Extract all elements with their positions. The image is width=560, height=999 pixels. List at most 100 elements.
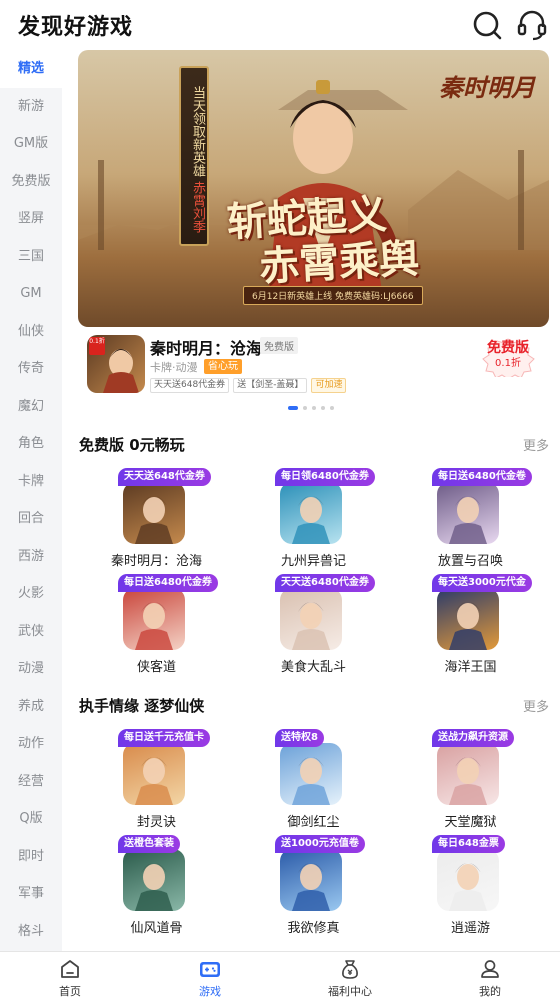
tab-label: 游戏 [199,985,221,998]
sidebar-category-item[interactable]: 军事 [0,875,62,913]
featured-tag-list: 天天送648代金券 送【剑圣-盖聂】 可加速 [150,378,347,393]
sidebar-category-item[interactable]: Q版 [0,800,62,838]
gift-ribbon: 送战力飙升资源 [432,729,514,747]
game-icon-art [135,863,173,911]
sidebar-category-item[interactable]: 精选 [0,50,62,88]
game-name: 我欲修真 [287,921,340,936]
game-card[interactable]: 天天送648代金券 秦时明月：沧海 [78,468,235,569]
tab-mine[interactable]: 我的 [420,952,560,999]
banner-vertical-scroll: 当天领取新英雄 赤霄刘季 [179,66,209,246]
carousel-dot[interactable] [330,406,334,410]
headset-icon[interactable] [516,9,548,41]
section-title-free: 免费版 0元畅玩 [79,436,185,454]
game-card[interactable]: 送1000元充值卷我欲修真 [235,835,392,936]
sidebar-category-item[interactable]: 三国 [0,238,62,276]
section-more-xianxia[interactable]: 更多 [523,696,549,715]
game-card[interactable]: 每日送6480代金券 侠客道 [78,574,235,675]
game-icon-art [292,757,330,805]
section-more-free[interactable]: 更多 [523,435,549,454]
free-version-label: 免费版 [487,340,529,356]
tab-label: 福利中心 [328,985,372,998]
sidebar-category-item[interactable]: 武侠 [0,613,62,651]
sidebar-category-item[interactable]: 传奇 [0,350,62,388]
page-title: 发现好游戏 [18,15,134,40]
gift-ribbon: 送1000元充值卷 [275,835,365,853]
main-content: 当天领取新英雄 赤霄刘季 秦时明月 斩蛇起义 赤霄乘舆 6月12日新英雄上线 免… [62,50,560,951]
featured-tag: 可加速 [311,378,347,393]
sidebar-category-item[interactable]: 卡牌 [0,463,62,501]
promo-banner[interactable]: 当天领取新英雄 赤霄刘季 秦时明月 斩蛇起义 赤霄乘舆 6月12日新英雄上线 免… [78,50,549,327]
game-icon-art [135,757,173,805]
gamepad-icon [200,962,220,977]
sidebar-category-item[interactable]: 动漫 [0,650,62,688]
game-name: 御剑红尘 [287,815,340,830]
featured-tag: 天天送648代金券 [150,378,230,393]
sidebar-category-item[interactable]: 西游 [0,538,62,576]
sidebar-category-item[interactable]: 即时 [0,838,62,876]
sidebar-category-item[interactable]: 魔幻 [0,388,62,426]
sidebar-category-item[interactable]: 格斗 [0,913,62,951]
sidebar-category-item[interactable]: GM版 [0,125,62,163]
game-card[interactable]: 每日送千元充值卡 封灵诀 [78,729,235,830]
banner-slogan: 斩蛇起义 赤霄乘舆 [226,190,421,292]
sidebar-category-item[interactable]: 动作 [0,725,62,763]
sidebar-category-item[interactable]: 角色 [0,425,62,463]
game-icon [437,588,499,650]
banner-scroll-text: 当天领取新英雄 [190,86,205,178]
tab-welfare[interactable]: 福利中心 [280,952,420,999]
featured-game-name: 秦时明月：沧海 [150,339,263,358]
gift-ribbon: 送橙色套装 [118,835,180,853]
game-card[interactable]: 每日送6480代金卷放置与召唤 [392,468,549,569]
game-card[interactable]: 每天送3000元代金 海洋王国 [392,574,549,675]
free-discount-label: 0.1折 [495,358,521,369]
game-icon [437,482,499,544]
game-icon [280,743,342,805]
featured-game-card[interactable]: 0.1折 秦时明月：沧海 免费版 卡牌·动漫 省心玩 天天送648代金券 送【剑… [78,335,549,397]
game-card[interactable]: 每日648金票 逍遥游 [392,835,549,936]
game-name: 秦时明月：沧海 [110,554,202,569]
game-icon [123,743,185,805]
game-name: 九州异兽记 [280,554,346,569]
free-version-button[interactable]: 免费版 0.1折 [477,338,539,377]
game-icon-art [292,602,330,650]
sidebar-category-item[interactable]: 仙侠 [0,313,62,351]
game-icon-art [449,602,487,650]
gift-ribbon: 每天送3000元代金 [432,574,532,592]
game-name: 天堂魔狱 [444,815,497,830]
section-title-xianxia: 执手情缘 逐梦仙侠 [79,697,205,715]
sidebar-category-item[interactable]: 免费版 [0,163,62,201]
tab-games[interactable]: 游戏 [140,952,280,999]
game-card[interactable]: 送战力飙升资源 天堂魔狱 [392,729,549,830]
game-icon-art [449,496,487,544]
search-icon[interactable] [471,9,503,41]
carousel-dot[interactable] [321,406,325,410]
sidebar-category-item[interactable]: 经营 [0,763,62,801]
game-card[interactable]: 送特权8 御剑红尘 [235,729,392,830]
tab-home[interactable]: 首页 [0,952,140,999]
game-icon [123,588,185,650]
gift-ribbon: 每日送6480代金卷 [432,468,532,486]
game-icon [280,588,342,650]
game-icon [280,849,342,911]
game-card[interactable]: 天天送6480代金券 美食大乱斗 [235,574,392,675]
sidebar-category-item[interactable]: 火影 [0,575,62,613]
sidebar-category-item[interactable]: 回合 [0,500,62,538]
carousel-dot-active[interactable] [288,406,298,410]
gift-bag-icon [342,960,358,979]
game-icon-art [292,496,330,544]
sidebar-category-item[interactable]: 竖屏 [0,200,62,238]
sidebar-category-item[interactable]: 养成 [0,688,62,726]
gift-ribbon: 天天送6480代金券 [275,574,375,592]
sidebar-category-item[interactable]: 新游 [0,88,62,126]
sidebar-category-item[interactable]: GM [0,275,62,313]
carousel-dot[interactable] [312,406,316,410]
banner-promo-strip: 6月12日新英雄上线 免费英雄码:LJ6666 [243,286,423,305]
home-icon [61,960,79,978]
game-card[interactable]: 送橙色套装 仙风道骨 [78,835,235,936]
user-icon [481,960,499,978]
game-name: 侠客道 [136,660,176,675]
carousel-dot[interactable] [303,406,307,410]
featured-game-icon: 0.1折 [87,335,145,393]
game-name: 放置与召唤 [437,554,503,569]
game-card[interactable]: 每日领6480代金券 九州异兽记 [235,468,392,569]
